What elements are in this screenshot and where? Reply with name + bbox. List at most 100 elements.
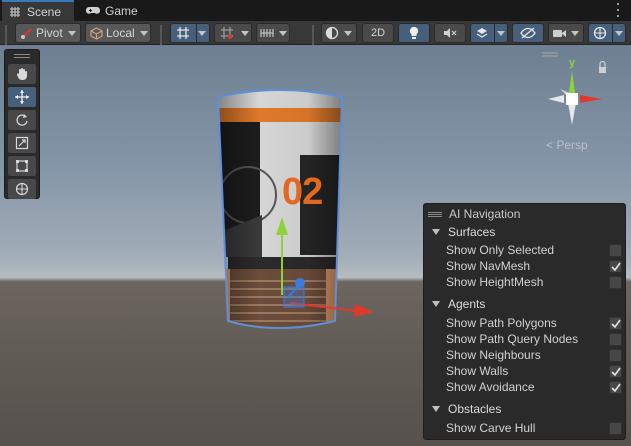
section-agents[interactable]: Agents — [432, 296, 485, 312]
checkmark-icon — [610, 319, 621, 328]
increment-snap-button[interactable] — [214, 23, 252, 43]
section-obstacles[interactable]: Obstacles — [432, 401, 501, 417]
option-show-carve-hull[interactable]: Show Carve Hull — [446, 420, 622, 436]
projection-label: < Persp — [546, 138, 588, 152]
drag-handle-icon — [428, 211, 442, 217]
checkbox[interactable] — [609, 259, 622, 273]
more-options-icon[interactable] — [613, 3, 623, 17]
ai-navigation-header[interactable]: AI Navigation — [428, 206, 520, 222]
chevron-down-icon — [344, 30, 352, 36]
option-show-only-selected[interactable]: Show Only Selected — [446, 242, 622, 258]
option-label: Show Neighbours — [446, 348, 541, 362]
toolbar-grip[interactable] — [160, 25, 166, 57]
checkbox[interactable] — [609, 348, 622, 362]
toolbar-grip[interactable] — [5, 25, 11, 57]
transform-tool-button[interactable] — [8, 179, 36, 199]
audio-muted-icon — [443, 27, 457, 39]
rotate-tool-button[interactable] — [8, 110, 36, 130]
transform-tool-icon — [15, 182, 29, 196]
tab-scene[interactable]: Scene — [2, 0, 74, 21]
lighting-toggle[interactable] — [398, 23, 430, 43]
option-show-path-query-nodes[interactable]: Show Path Query Nodes — [446, 331, 622, 347]
chevron-down-icon — [67, 30, 76, 36]
option-show-avoidance[interactable]: Show Avoidance — [446, 379, 622, 395]
cube-icon — [90, 26, 103, 40]
checkbox[interactable] — [609, 275, 622, 289]
2d-mode-button[interactable]: 2D — [362, 23, 394, 43]
option-show-neighbours[interactable]: Show Neighbours — [446, 347, 622, 363]
checkbox[interactable] — [609, 243, 622, 257]
draw-mode-dropdown[interactable] — [321, 23, 357, 43]
gamepad-icon — [86, 4, 100, 18]
increment-snap-icon — [215, 26, 239, 40]
option-show-path-polygons[interactable]: Show Path Polygons — [446, 315, 622, 331]
section-title: Obstacles — [448, 402, 502, 416]
rect-tool-icon — [15, 159, 29, 173]
chevron-down-icon — [139, 30, 148, 36]
scene-grid-icon — [8, 5, 22, 19]
checkbox[interactable] — [609, 316, 622, 330]
local-dropdown[interactable]: Local — [85, 23, 151, 43]
option-label: Show Avoidance — [446, 380, 535, 394]
triangle-down-icon — [432, 406, 440, 412]
orientation-gizmo[interactable]: y < Persp — [540, 51, 616, 159]
hand-tool-button[interactable] — [8, 64, 36, 84]
pivot-dropdown[interactable]: Pivot — [15, 23, 81, 43]
tab-game[interactable]: Game — [80, 1, 150, 21]
pivot-label: Pivot — [36, 26, 63, 40]
camera-dropdown[interactable] — [548, 23, 584, 43]
gizmos-dropdown[interactable] — [588, 23, 626, 43]
palette-grip[interactable] — [14, 54, 30, 58]
checkbox[interactable] — [609, 421, 622, 435]
scene-visibility-toggle[interactable] — [512, 23, 544, 43]
checkbox[interactable] — [609, 364, 622, 378]
ai-navigation-title: AI Navigation — [449, 207, 521, 221]
option-label: Show Path Polygons — [446, 316, 557, 330]
toolbar-grip[interactable] — [312, 25, 318, 57]
section-title: Surfaces — [448, 225, 496, 239]
scene-toolbar: Pivot Local 2D — [0, 21, 631, 57]
shaded-sphere-icon — [322, 26, 342, 40]
2d-mode-label: 2D — [370, 27, 386, 39]
chevron-down-icon — [496, 30, 505, 36]
move-tool-button[interactable] — [8, 87, 36, 107]
tab-game-label: Game — [105, 4, 138, 18]
local-label: Local — [106, 26, 135, 40]
triangle-down-icon — [432, 301, 440, 307]
eye-hidden-icon — [520, 27, 536, 39]
option-label: Show Walls — [446, 364, 509, 378]
hand-tool-icon — [15, 67, 29, 81]
grid-snap-button[interactable] — [170, 23, 210, 43]
move-tool-icon — [14, 89, 30, 105]
checkbox[interactable] — [609, 332, 622, 346]
audio-toggle[interactable] — [434, 23, 466, 43]
barrel-label: 02 — [282, 171, 323, 213]
chevron-down-icon — [198, 30, 207, 36]
option-show-heightmesh[interactable]: Show HeightMesh — [446, 274, 622, 290]
checkbox[interactable] — [609, 380, 622, 394]
effects-dropdown[interactable] — [470, 23, 508, 43]
option-label: Show Path Query Nodes — [446, 332, 579, 346]
align-snap-icon — [257, 27, 277, 39]
option-show-walls[interactable]: Show Walls — [446, 363, 622, 379]
scale-tool-button[interactable] — [8, 133, 36, 153]
checkmark-icon — [610, 383, 621, 392]
option-label: Show Carve Hull — [446, 421, 536, 435]
option-label: Show Only Selected — [446, 243, 555, 257]
tool-palette — [4, 49, 40, 199]
scene-viewport[interactable]: y < Persp 02 AI Navigation Surfaces Show… — [0, 45, 631, 446]
chevron-down-icon — [571, 30, 579, 36]
x-axis-arrow — [354, 304, 374, 317]
grid-snap-icon — [171, 26, 194, 40]
lightbulb-icon — [408, 26, 420, 40]
section-surfaces[interactable]: Surfaces — [432, 224, 495, 240]
chevron-down-icon — [614, 30, 623, 36]
camera-icon — [549, 28, 569, 39]
ai-navigation-overlay[interactable]: AI Navigation Surfaces Show Only Selecte… — [423, 203, 626, 440]
rect-tool-button[interactable] — [8, 156, 36, 176]
align-snap-button[interactable] — [256, 23, 290, 43]
chevron-down-icon — [241, 30, 249, 36]
option-label: Show NavMesh — [446, 259, 531, 273]
triangle-down-icon — [432, 229, 440, 235]
option-show-navmesh[interactable]: Show NavMesh — [446, 258, 622, 274]
